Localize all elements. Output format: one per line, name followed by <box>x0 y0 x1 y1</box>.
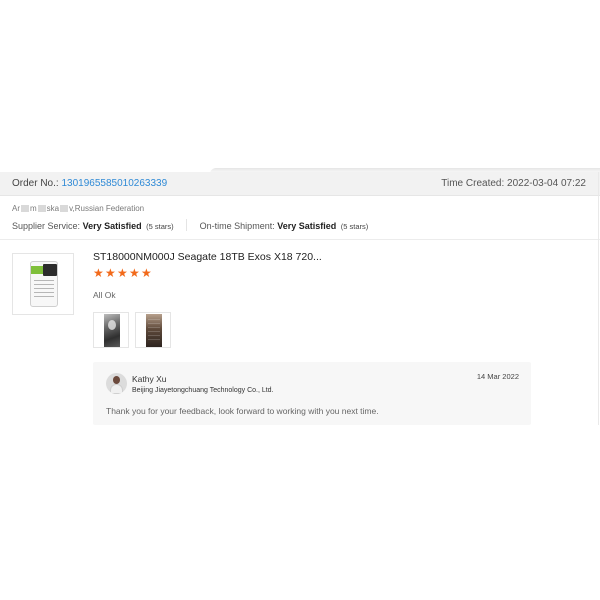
time-created-label: Time Created: <box>441 178 505 189</box>
supplier-service-label: Supplier Service: <box>12 221 81 231</box>
order-number-label: Order No.: <box>12 178 59 189</box>
time-created-value: 2022-03-04 07:22 <box>507 178 586 189</box>
drive-label-green <box>31 266 43 274</box>
review-photo-1[interactable] <box>93 312 129 348</box>
masked-text <box>60 205 69 212</box>
drive-label-dark <box>43 264 57 276</box>
shipment-value: Very Satisfied <box>277 221 337 231</box>
hard-drive-image <box>30 261 58 307</box>
star-icon: ★ <box>105 266 116 280</box>
reply-message: Thank you for your feedback, look forwar… <box>106 406 379 416</box>
reply-author-name: Kathy Xu <box>132 374 167 384</box>
star-icon: ★ <box>141 266 152 280</box>
star-icon: ★ <box>129 266 140 280</box>
seller-reply-box: Kathy Xu Beijing Jiayetongchuang Technol… <box>93 362 531 425</box>
avatar <box>106 373 127 394</box>
avatar-body <box>110 384 123 394</box>
shipment-stars: (5 stars) <box>340 222 369 231</box>
product-rating-stars: ★ ★ ★ ★ ★ <box>93 266 152 280</box>
photo-image <box>104 314 120 347</box>
star-icon: ★ <box>93 266 104 280</box>
supplier-service-stars: (5 stars) <box>146 222 174 231</box>
product-thumbnail[interactable] <box>12 253 74 315</box>
reply-date: 14 Mar 2022 <box>476 372 519 381</box>
rating-separator <box>186 219 188 231</box>
order-number-link[interactable]: 1301965585010263339 <box>61 178 167 189</box>
buyer-name-fragment: v,Russian Federation <box>69 204 145 213</box>
section-divider <box>0 239 600 240</box>
product-title-link[interactable]: ST18000NM000J Seagate 18TB Exos X18 720.… <box>93 251 322 263</box>
star-icon: ★ <box>117 266 128 280</box>
order-number-group: Order No.: 1301965585010263339 <box>12 178 167 189</box>
review-text: All Ok <box>93 290 116 300</box>
order-header-bar: Order No.: 1301965585010263339 Time Crea… <box>0 172 600 196</box>
buyer-location: Ar m ska v,Russian Federation <box>12 204 144 213</box>
drive-label-lines <box>34 280 54 300</box>
buyer-name-fragment: m <box>30 204 37 213</box>
reply-author-company: Beijing Jiayetongchuang Technology Co., … <box>132 387 274 394</box>
photo-image <box>146 314 162 347</box>
time-created-group: Time Created: 2022-03-04 07:22 <box>441 178 586 189</box>
avatar-head <box>113 376 120 384</box>
order-feedback-page: Order No.: 1301965585010263339 Time Crea… <box>0 0 600 600</box>
service-ratings: Supplier Service: Very Satisfied (5 star… <box>12 219 368 231</box>
review-photo-2[interactable] <box>135 312 171 348</box>
masked-text <box>21 205 29 212</box>
shipment-label: On-time Shipment: <box>199 221 275 231</box>
buyer-name-fragment: ska <box>46 204 60 213</box>
buyer-name-fragment: Ar <box>12 204 20 213</box>
container-right-border <box>598 172 599 425</box>
supplier-service-value: Very Satisfied <box>82 221 142 231</box>
masked-text <box>37 205 46 212</box>
